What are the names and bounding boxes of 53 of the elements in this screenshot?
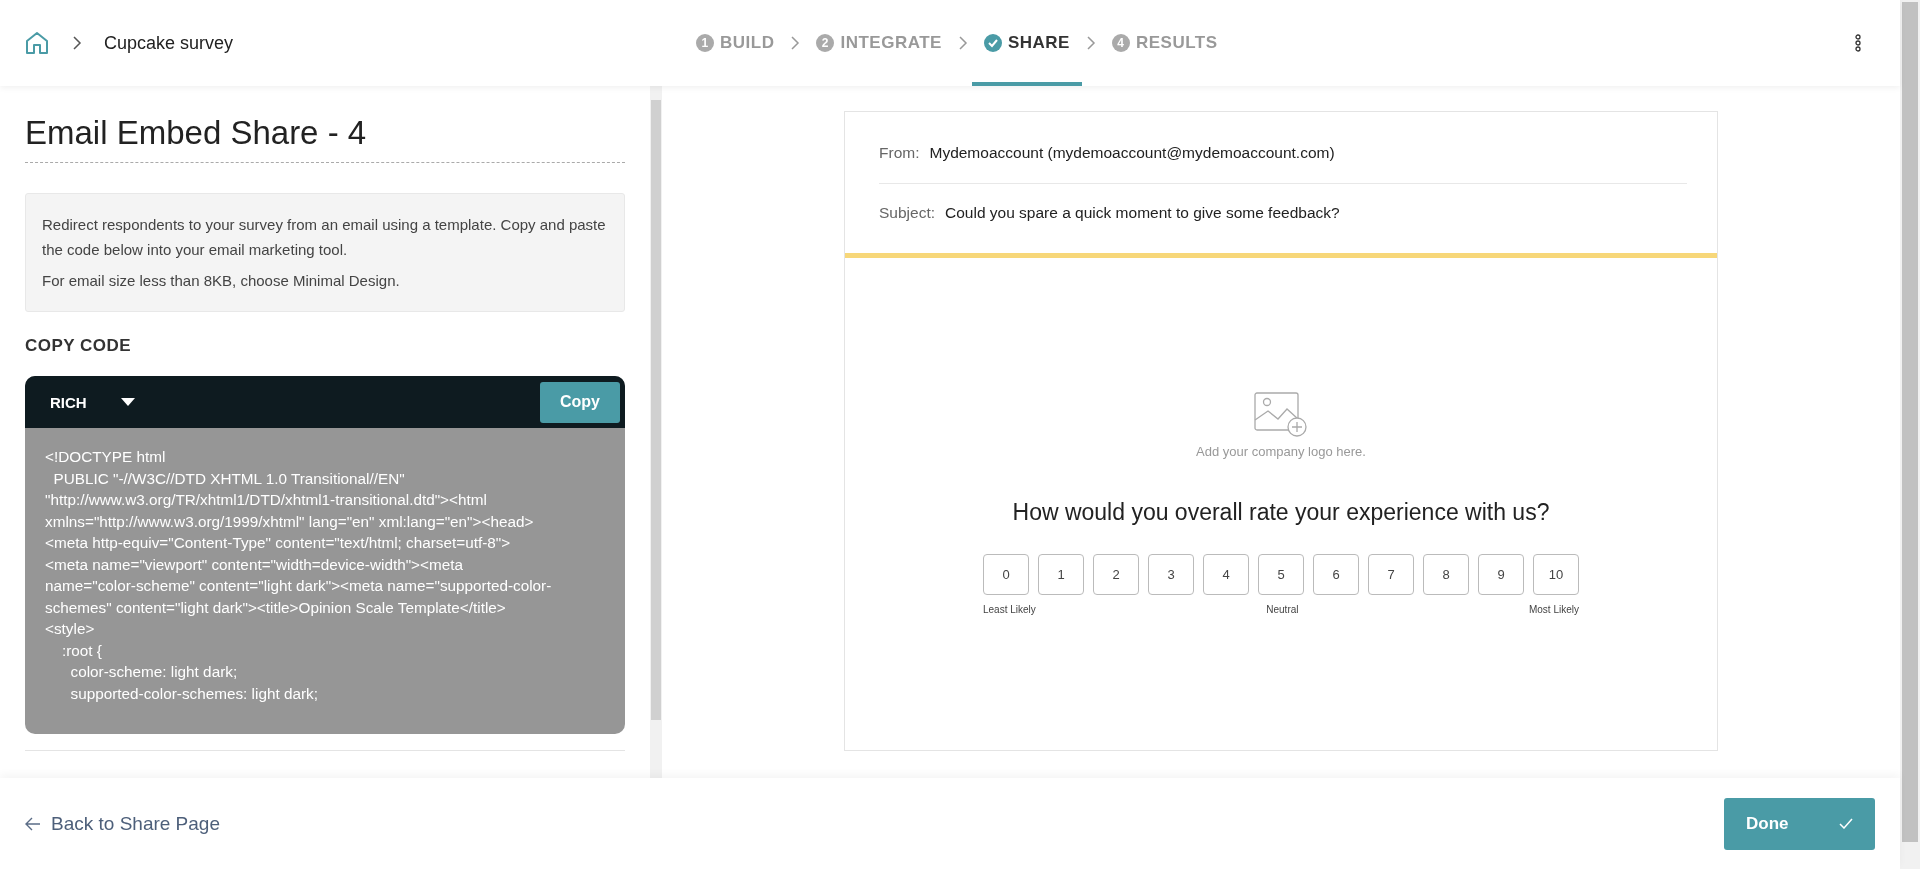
code-line: <style> bbox=[45, 619, 96, 639]
step-number: 4 bbox=[1111, 34, 1130, 52]
add-image-icon[interactable] bbox=[1254, 392, 1308, 438]
caret-icon bbox=[120, 398, 135, 406]
check-circle-icon bbox=[983, 34, 1002, 52]
code-line: xmlns="http://www.w3.org/1999/xhtml" lang="en" xml:lang="en"><head> bbox=[45, 511, 535, 532]
more-options-icon[interactable] bbox=[1854, 34, 1862, 52]
from-value: Mydemoaccount (mydemoaccount@mydemoaccount.com) bbox=[929, 144, 1335, 162]
scale-option[interactable]: 2 bbox=[1093, 554, 1139, 595]
scale-option[interactable]: 1 bbox=[1038, 554, 1084, 595]
format-dropdown[interactable]: RICH bbox=[50, 393, 135, 411]
scale-option[interactable]: 0 bbox=[983, 554, 1029, 595]
question-text: How would you overall rate your experience with us? bbox=[1012, 499, 1550, 526]
survey-title: Cupcake survey bbox=[104, 32, 234, 54]
scale-option[interactable]: 6 bbox=[1313, 554, 1359, 595]
scale-option[interactable]: 4 bbox=[1203, 554, 1249, 595]
home-icon[interactable] bbox=[24, 30, 50, 56]
scale-option[interactable]: 8 bbox=[1423, 554, 1469, 595]
scale-option[interactable]: 10 bbox=[1533, 554, 1579, 595]
chevron-right-icon bbox=[72, 36, 82, 50]
code-line: supported-color-schemes: light dark; bbox=[69, 683, 319, 704]
scale-label: Most Likely bbox=[1528, 604, 1579, 615]
step-number: 1 bbox=[696, 34, 714, 52]
scale-option[interactable]: 5 bbox=[1258, 554, 1304, 595]
scale-option[interactable]: 3 bbox=[1148, 554, 1194, 595]
code-line: color-scheme: light dark; bbox=[69, 662, 239, 682]
code-line: <meta http-equiv="Content-Type" content="text/html; charset=utf-8"> bbox=[45, 533, 512, 553]
code-line: "http://www.w3.org/TR/xhtml1/DTD/xhtml1-transitional.dtd"><html bbox=[45, 490, 488, 510]
section-title: COPY CODE bbox=[25, 336, 133, 356]
info-text: For email size less than 8KB, choose Minimal Design. bbox=[42, 271, 401, 291]
check-icon bbox=[1839, 818, 1853, 829]
back-link[interactable]: Back to Share Page bbox=[25, 812, 220, 835]
info-text: Redirect respondents to your survey from an email using a template. Copy and paste the code below into your email marketing tool. bbox=[42, 215, 607, 260]
scale-option[interactable]: 9 bbox=[1478, 554, 1524, 595]
scale-label: Neutral bbox=[1266, 604, 1299, 615]
scale-option[interactable]: 7 bbox=[1368, 554, 1414, 595]
logo-hint: Add your company logo here. bbox=[1196, 444, 1366, 459]
subject-label: Subject: bbox=[879, 204, 935, 222]
arrow-left-icon bbox=[25, 816, 41, 831]
code-line: name="color-scheme" content="light dark"><meta name="supported-color- bbox=[45, 576, 553, 596]
subject-value: Could you spare a quick moment to give some feedback? bbox=[945, 204, 1340, 222]
code-line: <!DOCTYPE html bbox=[45, 447, 167, 467]
step-number: 2 bbox=[816, 34, 835, 52]
code-line: schemes" content="light dark"><title>Opinion Scale Template</title> bbox=[45, 597, 507, 618]
from-label: From: bbox=[879, 144, 920, 162]
page-title: Email Embed Share - 4 bbox=[25, 106, 625, 163]
chevron-right-icon bbox=[790, 36, 801, 50]
code-line: <meta name="viewport" content="width=device-width"><meta bbox=[45, 554, 464, 575]
scale-label: Least Likely bbox=[983, 604, 1036, 615]
code-line: PUBLIC "-//W3C//DTD XHTML 1.0 Transitional//EN" bbox=[52, 468, 406, 489]
chevron-right-icon bbox=[1085, 36, 1096, 50]
chevron-right-icon bbox=[957, 36, 968, 50]
code-line: :root { bbox=[61, 640, 103, 661]
